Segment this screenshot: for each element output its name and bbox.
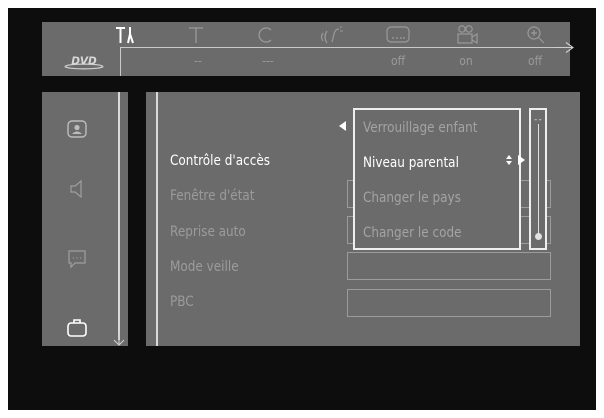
nav-scroll-rail [118,92,120,340]
panel-rail [156,92,158,346]
status-strip [42,48,570,76]
subtitle-value: off [390,54,406,68]
slider-track [538,124,539,236]
zoom-icon[interactable] [521,24,551,46]
menu-item-auto-resume[interactable]: Reprise auto [170,224,246,246]
menu-item-status-window[interactable]: Fenêtre d'état [170,188,255,210]
picture-settings-icon[interactable] [62,116,92,142]
up-down-icon [506,155,512,165]
submenu-item-change-country[interactable]: Changer le pays [363,190,461,212]
dvd-logo: DVD [62,54,106,70]
title-icon[interactable] [181,24,211,46]
angle-value: on [459,54,473,68]
features-icon[interactable] [62,314,92,340]
setup-icon[interactable] [111,24,141,46]
menu-item-access-control[interactable]: Contrôle d'accès [170,153,270,175]
standby-mode-value[interactable] [347,252,551,280]
chapter-value: --- [262,54,274,68]
submenu-item-parental-level[interactable]: Niveau parental [363,155,459,177]
menu-item-pbc[interactable]: PBC [170,294,194,316]
slider-knob[interactable] [535,232,542,240]
top-divider-line [120,47,570,48]
angle-icon[interactable] [452,24,482,46]
zoom-value: off [527,54,543,68]
language-settings-icon[interactable] [62,246,92,272]
scroll-right-arrow[interactable] [554,41,580,55]
submenu-item-change-code[interactable]: Changer le code [363,225,461,247]
chapter-icon[interactable] [251,24,281,46]
audio-icon[interactable] [317,24,347,46]
slider-top-label: -- [533,115,543,125]
scroll-down-arrow[interactable] [112,333,126,347]
enter-arrow-icon[interactable] [515,154,527,166]
subtitle-icon[interactable] [383,24,413,46]
parental-level-slider[interactable]: -- [529,108,547,250]
submenu-item-child-lock[interactable]: Verrouillage enfant [363,120,477,142]
access-control-submenu: Verrouillage enfant Niveau parental Chan… [353,108,521,250]
sound-settings-icon[interactable] [62,176,92,202]
pbc-value[interactable] [347,289,551,317]
back-arrow-icon[interactable] [337,120,349,132]
menu-item-standby-mode[interactable]: Mode veille [170,259,239,281]
title-value: -- [194,54,202,68]
dvd-logo-text: DVD [71,56,97,68]
